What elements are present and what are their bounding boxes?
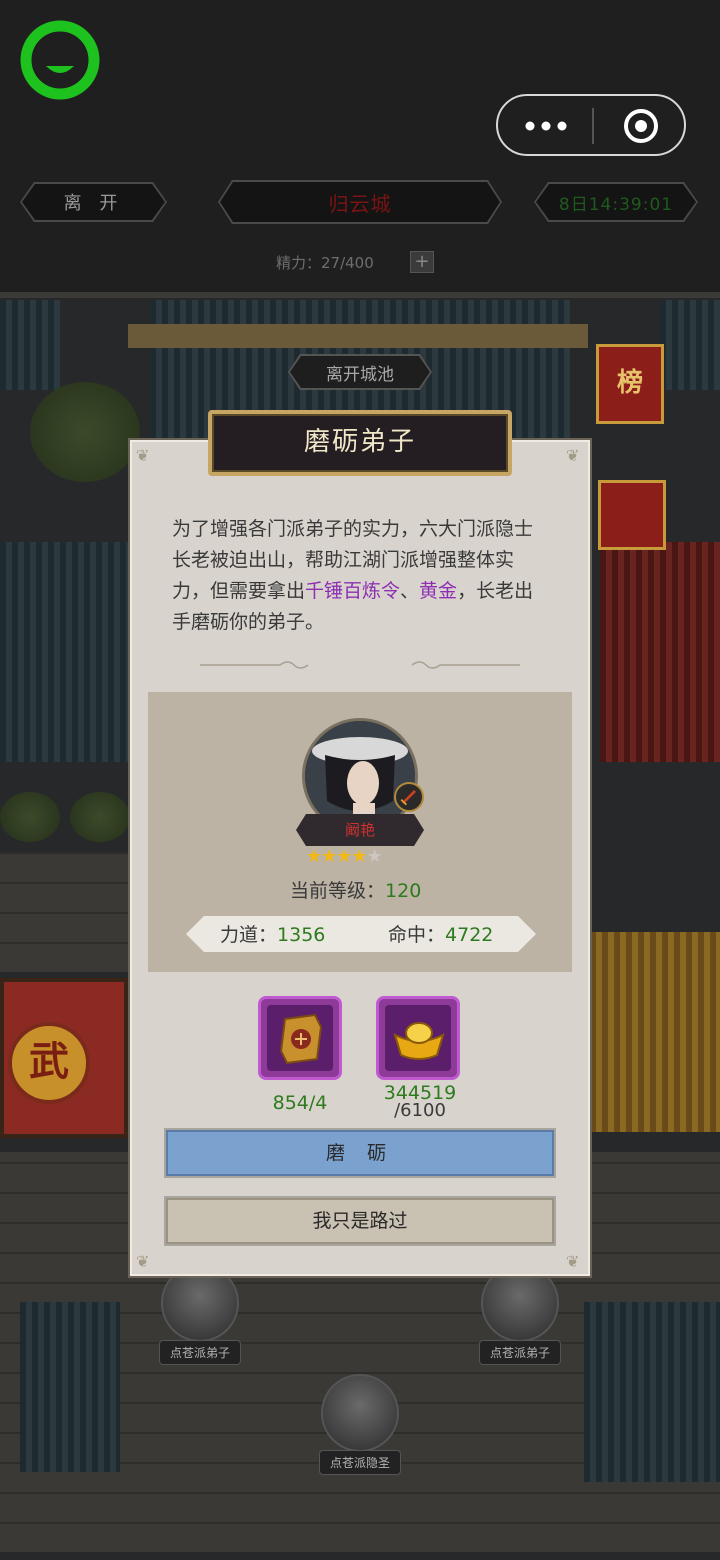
desc-highlight-token: 千锤百炼令 [305,580,401,602]
roof-tiles [584,1302,720,1482]
level-label: 当前等级： [290,880,386,902]
npc-portrait [321,1374,399,1452]
clock-text: 8日14:39:01 [536,184,696,220]
star-empty-icon: ★ [366,846,383,867]
token-icon [279,1013,323,1065]
golden-roof [590,932,720,1132]
gold-ingot-icon [393,1022,445,1060]
add-stamina-button[interactable]: + [410,251,434,273]
npc-disciple-right[interactable]: 点苍派弟子 [460,1264,580,1365]
top-bar: 离 开 归云城 8日14:39:01 精力：27/400 + [0,0,720,292]
bush [70,792,130,842]
desc-text: 、 [400,580,420,602]
leave-button-label: 离 开 [22,184,165,220]
hit-value: 4722 [445,924,494,946]
star-filled-icon: ★ [306,846,322,867]
wu-emblem: 武 [8,1022,90,1104]
gold-item-slot[interactable] [376,996,460,1080]
close-target-icon[interactable] [622,107,660,145]
gold-need: /6100 [394,1100,446,1121]
npc-hermit-elder[interactable]: 点苍派隐圣 [300,1374,420,1475]
power-label: 力道： [220,924,278,946]
divider-flourish-left [200,661,309,669]
power-value: 1356 [277,924,326,946]
train-button[interactable]: 磨 砺 [164,1128,556,1178]
corner-ornament: ❦ [566,446,580,465]
npc-label: 点苍派隐圣 [318,1450,401,1475]
star-filled-icon: ★ [321,846,337,867]
stone-ground [0,852,130,972]
stat-power: 力道：1356 [220,920,325,947]
roof-tiles [600,542,720,762]
leave-city-label: 离开城池 [290,356,430,388]
hero-star-rating: ★★★★★ [306,846,383,867]
roof-tiles [20,1302,120,1472]
leave-city-button[interactable]: 离开城池 [288,354,432,390]
hero-name: 阚艳 [296,814,424,846]
stat-hit: 命中：4722 [388,920,493,947]
roof-tiles [0,300,60,390]
capsule-divider [592,108,594,144]
stamina-readout: 精力：27/400 [276,254,374,272]
npc-label: 点苍派弟子 [158,1340,241,1365]
star-filled-icon: ★ [351,846,367,867]
weapon-sword-icon [394,782,424,812]
roof-tiles [0,542,130,762]
bush [0,792,60,842]
dialog-description: 为了增强各门派弟子的实力，六大门派隐士长老被迫出山，帮助江湖门派增强整体实力，但… [172,514,538,638]
tree [30,382,140,482]
roof-tiles [660,300,720,390]
martial-hall-sign[interactable]: 武 [0,978,128,1138]
city-name-plate: 归云城 [218,180,502,224]
city-name: 归云城 [220,182,500,222]
divider-flourish-right [411,661,520,669]
corner-ornament: ❦ [136,1252,150,1271]
hit-label: 命中： [388,924,446,946]
corner-ornament: ❦ [566,1252,580,1271]
level-value: 120 [385,880,422,902]
hero-level: 当前等级：120 [290,876,421,903]
corner-ornament: ❦ [136,446,150,465]
token-count: 854/4 [272,1092,328,1114]
more-icon[interactable] [524,118,568,134]
ranking-banner[interactable]: 榜 [596,344,664,424]
star-filled-icon: ★ [336,846,352,867]
map-divider [0,292,720,298]
token-item-slot[interactable] [258,996,342,1080]
dialog-title: 磨砺弟子 [208,410,512,476]
npc-label: 点苍派弟子 [478,1340,561,1365]
gate-beam [128,324,588,348]
desc-highlight-gold: 黄金 [419,580,458,602]
game-clock: 8日14:39:01 [534,182,698,222]
leave-button[interactable]: 离 开 [20,182,167,222]
mini-program-capsule [496,94,686,156]
sect-banner-icon[interactable] [598,480,666,550]
npc-disciple-left[interactable]: 点苍派弟子 [140,1264,260,1365]
pass-by-button[interactable]: 我只是路过 [164,1196,556,1246]
chat-logo-icon[interactable] [20,20,100,100]
